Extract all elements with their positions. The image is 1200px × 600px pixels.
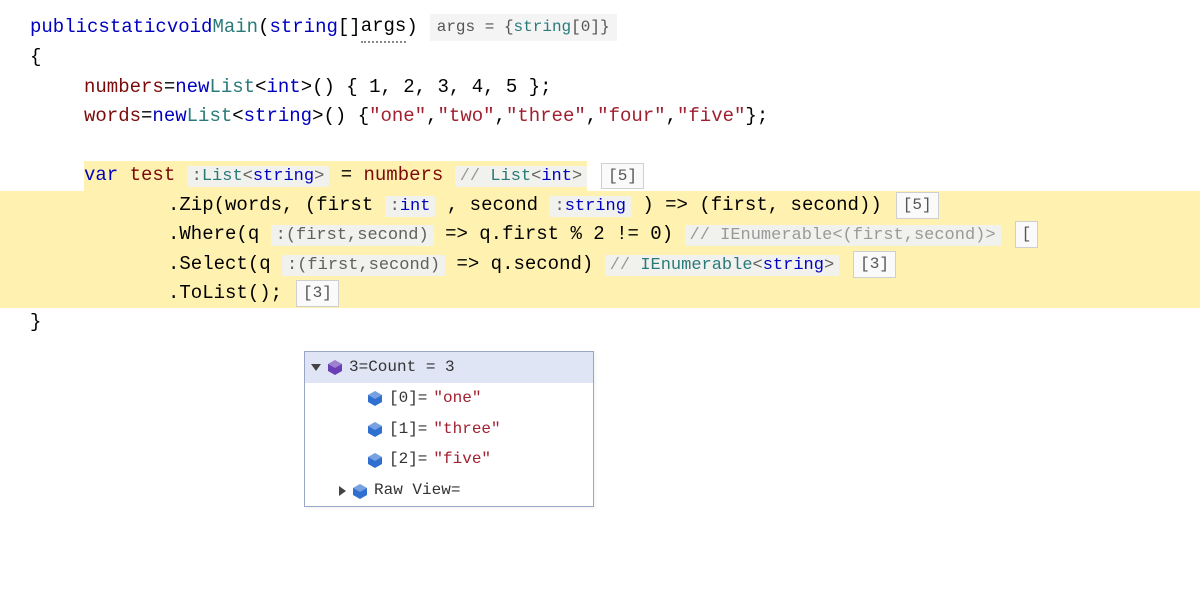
var-numbers: numbers	[84, 73, 164, 102]
count-badge[interactable]: [5]	[896, 192, 939, 219]
datatip-header-row[interactable]: 3=Count = 3	[305, 352, 593, 383]
code-line-zip: .Zip(words, (first :int , second :string…	[0, 191, 1200, 220]
datatip-value: "three"	[433, 417, 500, 442]
type-hint-q-select[interactable]: :(first,second)	[282, 255, 445, 276]
count-badge[interactable]: [5]	[601, 163, 644, 190]
code-line-numbers: numbers = new List<int>() { 1, 2, 3, 4, …	[30, 73, 1200, 102]
expand-icon[interactable]	[311, 364, 321, 371]
select-text-2: => q.second)	[456, 253, 593, 275]
expand-icon[interactable]	[339, 486, 346, 496]
datatip-key: [0]=	[389, 386, 427, 411]
type-list: List	[187, 102, 233, 131]
code-line-signature: public static void Main(string[] args) a…	[30, 12, 1200, 43]
type-hint-select-result[interactable]: // IEnumerable<string>	[605, 255, 839, 276]
datatip-item-0[interactable]: [0]="one"	[305, 383, 593, 414]
var-words: words	[84, 102, 141, 131]
param-type-keyword: string	[269, 13, 337, 42]
debug-args-suffix: }	[600, 18, 610, 36]
brace-close-line: }	[30, 308, 1200, 337]
count-badge[interactable]: [3]	[296, 280, 339, 307]
type-list: List	[209, 73, 255, 102]
debug-args-index: [0]	[571, 18, 600, 36]
datatip-key: [2]=	[389, 447, 427, 472]
datatip-key: [1]=	[389, 417, 427, 442]
type-hint-q-where[interactable]: :(first,second)	[271, 225, 434, 246]
code-line-select: .Select(q :(first,second) => q.second) /…	[0, 250, 1200, 279]
type-hint-where-result[interactable]: // IEnumerable<(first,second)>	[685, 225, 1001, 246]
type-hint-test[interactable]: :List<string>	[187, 166, 330, 187]
blank-line	[30, 132, 1200, 161]
class-icon	[327, 359, 343, 375]
field-icon	[352, 483, 368, 499]
zip-text-2: , second	[447, 194, 538, 216]
brace-open: {	[30, 43, 41, 72]
zip-text-1: .Zip(words, (first	[168, 194, 373, 216]
type-hint-numbers[interactable]: // List<int>	[455, 166, 587, 187]
str-two: "two"	[438, 102, 495, 131]
param-name: args	[361, 12, 407, 43]
code-line-words: words = new List<string>() { "one", "two…	[30, 102, 1200, 131]
datatip-value: "five"	[433, 447, 491, 472]
keyword-var: var	[84, 164, 118, 186]
count-badge[interactable]: [3]	[853, 251, 896, 278]
tolist-text: .ToList();	[168, 282, 282, 304]
field-icon	[367, 390, 383, 406]
debug-inline-args[interactable]: args = {string[0]}	[430, 14, 617, 41]
count-badge-partial[interactable]: [	[1015, 221, 1039, 248]
var-numbers-ref: numbers	[364, 164, 444, 186]
where-text-2: => q.first % 2 != 0)	[445, 223, 673, 245]
type-int: int	[266, 73, 300, 102]
debug-args-type: string	[514, 18, 572, 36]
select-text-1: .Select(q	[168, 253, 271, 275]
type-hint-first[interactable]: :int	[385, 196, 436, 217]
keyword-static: static	[98, 13, 166, 42]
keyword-new: new	[152, 102, 186, 131]
datatip-item-2[interactable]: [2]="five"	[305, 444, 593, 475]
field-icon	[367, 452, 383, 468]
str-three: "three"	[506, 102, 586, 131]
type-string: string	[244, 102, 312, 131]
type-hint-second[interactable]: :string	[549, 196, 630, 217]
var-test: test	[130, 164, 176, 186]
str-five: "five"	[677, 102, 745, 131]
datatip-value: "one"	[433, 386, 481, 411]
datatip-raw-label: Raw View=	[374, 478, 460, 503]
brace-close: }	[30, 308, 41, 337]
method-name: Main	[212, 13, 258, 42]
datatip-raw-view[interactable]: Raw View=	[305, 475, 593, 506]
code-line-var-test: var test :List<string> = numbers // List…	[30, 161, 1200, 190]
list-init-numbers: () { 1, 2, 3, 4, 5 };	[312, 73, 551, 102]
debug-args-prefix: = {	[485, 18, 514, 36]
str-four: "four"	[597, 102, 665, 131]
debugger-datatip[interactable]: 3=Count = 3 [0]="one" [1]="three" [2]="f…	[304, 351, 594, 507]
datatip-header-text: 3=Count = 3	[349, 355, 455, 380]
zip-text-3: ) => (first, second))	[642, 194, 881, 216]
debug-args-label: args	[437, 18, 475, 36]
code-line-where: .Where(q :(first,second) => q.first % 2 …	[0, 220, 1200, 249]
keyword-public: public	[30, 13, 98, 42]
field-icon	[367, 421, 383, 437]
brace-open-line: {	[30, 43, 1200, 72]
where-text-1: .Where(q	[168, 223, 259, 245]
str-one: "one"	[369, 102, 426, 131]
datatip-item-1[interactable]: [1]="three"	[305, 414, 593, 445]
keyword-new: new	[175, 73, 209, 102]
code-line-tolist: .ToList(); [3]	[0, 279, 1200, 308]
keyword-void: void	[167, 13, 213, 42]
